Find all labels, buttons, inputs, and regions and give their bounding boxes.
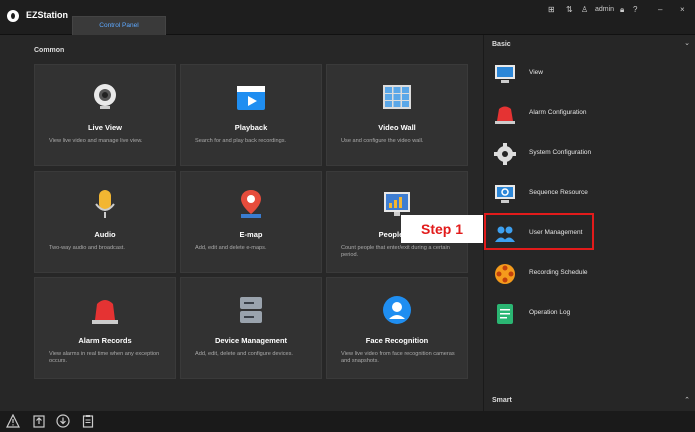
sidebar-item-label: Operation Log [529, 309, 571, 316]
sequence-icon [495, 185, 515, 203]
username: admin [595, 6, 615, 13]
close-button[interactable]: × [680, 5, 685, 14]
title-bar: EZStation Control Panel ⊞ ⇅ ♙ admin 🔒︎ ?… [0, 0, 695, 35]
card-face-recognition[interactable]: Face Recognition View live video from fa… [326, 277, 468, 379]
download-icon[interactable] [56, 414, 70, 428]
tab-control-panel[interactable]: Control Panel [72, 16, 166, 35]
layout-icon[interactable]: ⊞ [548, 5, 555, 14]
card-live-view[interactable]: Live View View live video and manage liv… [34, 64, 176, 166]
card-title: E-map [239, 230, 263, 239]
sidebar-item-alarm-configuration[interactable]: Alarm Configuration [484, 99, 695, 129]
card-title: Playback [234, 123, 268, 132]
map-pin-icon [241, 190, 261, 218]
card-playback[interactable]: Playback Search for and play back record… [180, 64, 322, 166]
card-desc: Use and configure the video wall. [341, 138, 424, 144]
card-desc: View live video and manage live view. [49, 138, 143, 144]
card-device-management[interactable]: Device Management Add, edit, delete and … [180, 277, 322, 379]
card-desc: Add, edit, delete and configure devices. [195, 351, 293, 357]
microphone-icon [95, 190, 115, 218]
card-desc: View live video from face recognition ca… [341, 351, 455, 364]
step-label: Step 1 [401, 215, 483, 243]
network-icon[interactable]: ⇅ [566, 5, 573, 14]
sidebar-item-view[interactable]: View [484, 59, 695, 89]
clipboard-icon[interactable] [81, 414, 95, 428]
camera-icon [94, 84, 116, 109]
user-icon: ♙ [581, 5, 589, 14]
section-basic: Basic [492, 41, 511, 48]
face-recognition-icon [383, 296, 411, 324]
sidebar-item-label: Alarm Configuration [529, 109, 587, 116]
bottom-bar [0, 411, 695, 432]
app-title: EZStation [26, 10, 68, 20]
sidebar-item-system-configuration[interactable]: System Configuration [484, 139, 695, 169]
card-desc: Two-way audio and broadcast. [49, 245, 125, 251]
card-title: Face Recognition [365, 336, 429, 345]
server-icon [240, 297, 262, 323]
card-emap[interactable]: E-map Add, edit and delete e-maps. [180, 171, 322, 273]
video-wall-icon [383, 85, 411, 109]
warning-icon[interactable] [6, 414, 20, 428]
card-alarm-records[interactable]: Alarm Records View alarms in real time w… [34, 277, 176, 379]
card-desc: Count people that enter/exit during a ce… [341, 245, 450, 258]
card-title: Live View [87, 123, 123, 132]
gear-icon [494, 143, 516, 165]
chevron-down-icon[interactable]: ⌄ [684, 39, 690, 47]
app-logo-icon [7, 10, 19, 22]
export-icon[interactable] [32, 414, 46, 428]
sidebar-item-label: System Configuration [529, 149, 592, 156]
card-video-wall[interactable]: Video Wall Use and configure the video w… [326, 64, 468, 166]
lock-icon[interactable]: 🔒︎ [620, 5, 624, 15]
card-title: Video Wall [378, 123, 416, 132]
section-common: Common [34, 47, 65, 54]
card-title: Audio [94, 230, 116, 239]
sidebar-item-label: View [529, 69, 543, 76]
playback-icon [237, 86, 265, 110]
card-title: Alarm Records [78, 336, 132, 345]
sidebar-item-operation-log[interactable]: Operation Log [484, 299, 695, 329]
alarm-light-icon [92, 300, 118, 324]
card-audio[interactable]: Audio Two-way audio and broadcast. [34, 171, 176, 273]
sidebar-item-sequence-resource[interactable]: Sequence Resource [484, 179, 695, 209]
reel-icon [495, 264, 515, 284]
minimize-button[interactable]: – [658, 5, 662, 14]
help-icon[interactable]: ? [633, 5, 637, 14]
card-desc: View alarms in real time when any except… [49, 351, 160, 364]
alarm-config-icon [495, 106, 515, 124]
chevron-up-icon[interactable]: ⌃ [684, 396, 690, 404]
sidebar-item-label: Recording Schedule [529, 269, 588, 276]
card-desc: Search for and play back recordings. [195, 138, 287, 144]
sidebar-item-label: Sequence Resource [529, 189, 588, 196]
sidebar-item-recording-schedule[interactable]: Recording Schedule [484, 259, 695, 289]
card-desc: Add, edit and delete e-maps. [195, 245, 267, 251]
monitor-icon [495, 65, 515, 83]
highlight-box [484, 213, 594, 250]
section-smart: Smart [492, 397, 512, 404]
card-title: Device Management [214, 336, 288, 345]
log-icon [497, 304, 513, 324]
